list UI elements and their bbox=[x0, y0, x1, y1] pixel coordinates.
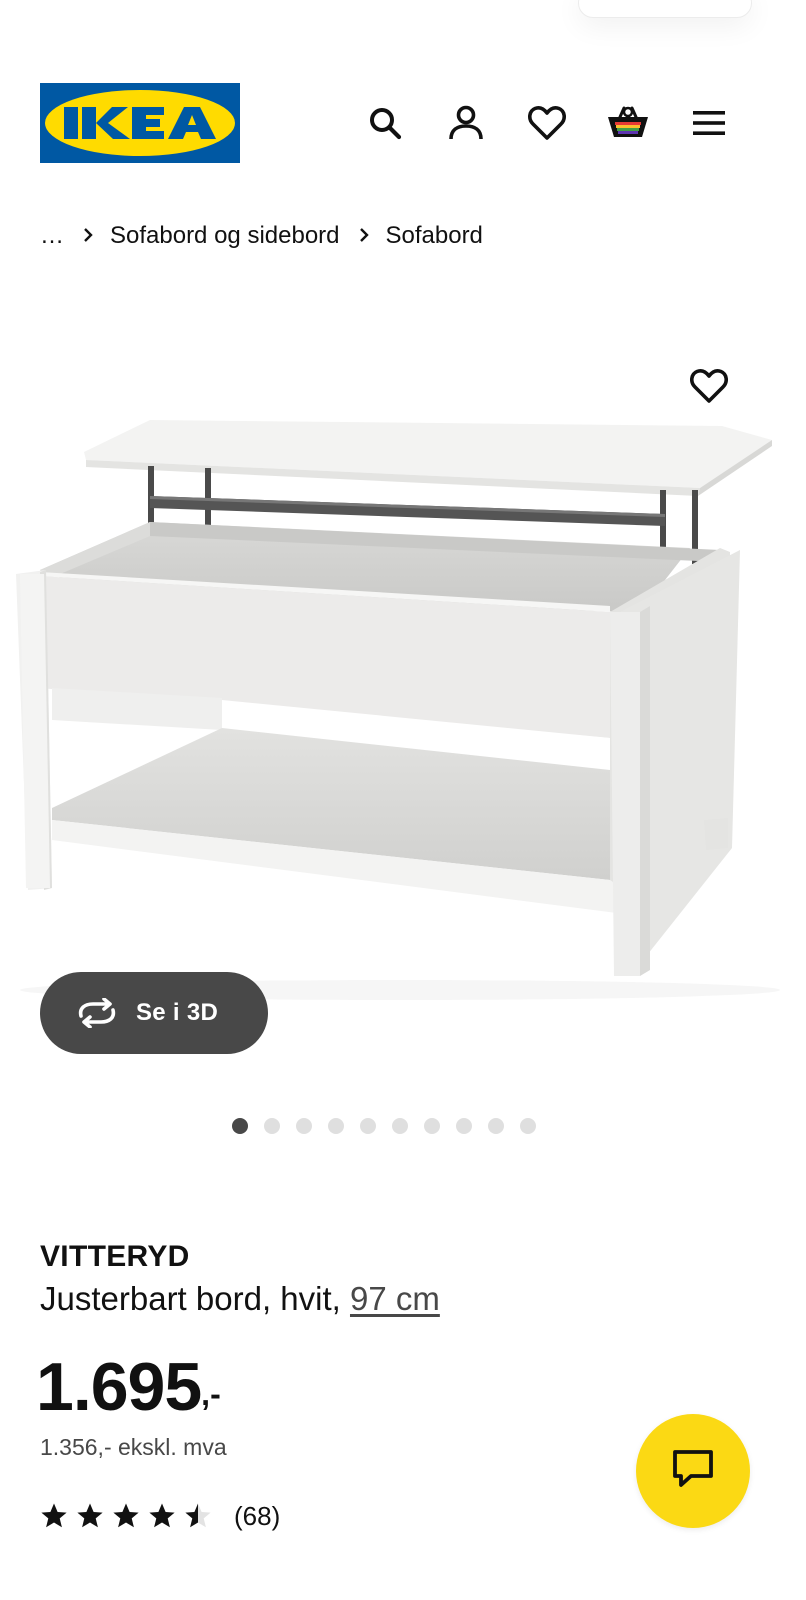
chat-button[interactable] bbox=[636, 1414, 750, 1528]
ikea-logo[interactable] bbox=[40, 83, 240, 163]
breadcrumb-ellipsis[interactable]: … bbox=[40, 222, 64, 250]
top-pill bbox=[578, 0, 752, 18]
product-description-text: Justerbart bord, hvit, bbox=[40, 1280, 350, 1317]
gallery-pagination bbox=[232, 1116, 536, 1136]
gallery-dot[interactable] bbox=[360, 1118, 376, 1134]
star-half-icon bbox=[185, 1503, 211, 1528]
review-count: (68) bbox=[234, 1500, 281, 1531]
gallery-dot[interactable] bbox=[520, 1118, 536, 1134]
product-size-link[interactable]: 97 cm bbox=[350, 1280, 440, 1317]
gallery-dot[interactable] bbox=[328, 1118, 344, 1134]
rotate-3d-icon bbox=[74, 990, 120, 1036]
breadcrumb: … Sofabord og sidebord Sofabord bbox=[40, 218, 483, 254]
star-filled-icon bbox=[77, 1503, 103, 1528]
star-filled-icon bbox=[149, 1503, 175, 1528]
chevron-right-icon bbox=[358, 222, 370, 250]
product-rating[interactable]: (68) bbox=[40, 1496, 280, 1536]
breadcrumb-item-coffee-side-tables[interactable]: Sofabord og sidebord bbox=[110, 222, 340, 250]
gallery-dot[interactable] bbox=[488, 1118, 504, 1134]
star-filled-icon bbox=[41, 1503, 67, 1528]
product-description: Justerbart bord, hvit, 97 cm bbox=[40, 1280, 440, 1318]
hamburger-menu-icon[interactable] bbox=[687, 101, 731, 145]
gallery-dot[interactable] bbox=[296, 1118, 312, 1134]
gallery-dot[interactable] bbox=[424, 1118, 440, 1134]
gallery-dot[interactable] bbox=[392, 1118, 408, 1134]
product-price: 1.695 ,- bbox=[36, 1348, 221, 1426]
view-in-3d-button[interactable]: Se i 3D bbox=[40, 972, 268, 1054]
breadcrumb-item-coffee-tables[interactable]: Sofabord bbox=[386, 222, 483, 250]
price-excl-vat: 1.356,- ekskl. mva bbox=[40, 1434, 227, 1460]
gallery-dot[interactable] bbox=[232, 1118, 248, 1134]
star-filled-icon bbox=[113, 1503, 139, 1528]
gallery-dot[interactable] bbox=[264, 1118, 280, 1134]
add-to-favourites-icon[interactable] bbox=[686, 363, 732, 409]
search-icon[interactable] bbox=[363, 101, 407, 145]
account-icon[interactable] bbox=[444, 101, 488, 145]
site-header bbox=[0, 80, 806, 168]
top-browser-chrome bbox=[270, 0, 752, 60]
chat-bubble-icon bbox=[671, 1448, 715, 1494]
ikea-logo-mark bbox=[40, 83, 240, 163]
rating-stars bbox=[40, 1502, 212, 1530]
chevron-right-icon bbox=[82, 222, 94, 250]
heart-icon[interactable] bbox=[525, 101, 569, 145]
price-suffix: ,- bbox=[201, 1376, 221, 1412]
price-integer: 1.695 bbox=[36, 1349, 202, 1425]
gallery-dot[interactable] bbox=[456, 1118, 472, 1134]
view-in-3d-label: Se i 3D bbox=[136, 999, 219, 1026]
shopping-bag-icon[interactable] bbox=[606, 101, 650, 145]
product-name: VITTERYD bbox=[40, 1240, 190, 1273]
